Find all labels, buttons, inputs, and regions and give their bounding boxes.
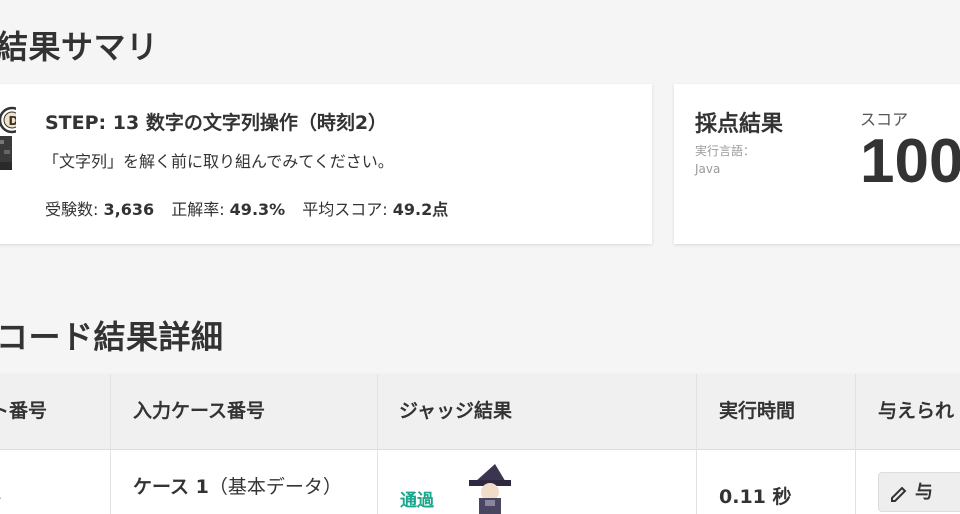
header-judge-result: ジャッジ結果 — [399, 400, 513, 422]
rank-letter: D — [9, 114, 17, 128]
row-test-number: 1 — [0, 482, 2, 504]
case-note: （基本データ） — [208, 476, 342, 498]
language-label: 実行言語： — [695, 144, 756, 158]
language-info: 実行言語： Java — [695, 142, 755, 178]
row-execution-time: 0.11 秒 — [719, 482, 792, 509]
score-value: 100 — [860, 127, 960, 196]
score-card: 採点結果 実行言語： Java スコア 100 — [674, 84, 960, 244]
header-input-case-number: 入力ケース番号 — [133, 400, 266, 422]
show-input-button[interactable]: 与 — [878, 472, 960, 512]
rank-d-character-icon: D — [0, 106, 17, 170]
execution-time-value: 0.11 秒 — [719, 486, 792, 508]
examinees-label: 受験数: — [45, 200, 104, 219]
code-result-detail-heading: コード結果詳細 — [0, 318, 224, 356]
column-divider — [110, 374, 111, 514]
case-number: 1 — [195, 476, 209, 498]
case-label: ケース — [133, 476, 196, 498]
header-execution-time: 実行時間 — [719, 400, 796, 422]
step-stats: 受験数: 3,636 正解率: 49.3% 平均スコア: 49.2点 — [45, 196, 460, 220]
column-divider — [696, 374, 697, 514]
step-card: D STEP: 13 数字の文字列操作（時刻2） 「文字列」を解く前に取り組んで… — [0, 84, 652, 244]
witch-character-icon — [469, 464, 511, 514]
language-value: Java — [695, 162, 721, 176]
step-description: 「文字列」を解く前に取り組んでみてください。 — [43, 152, 394, 171]
accuracy-value: 49.3% — [229, 200, 286, 219]
average-score-label: 平均スコア: — [302, 200, 393, 219]
judge-pass-label: 通過 — [400, 491, 434, 511]
header-test-number: ト番号 — [0, 400, 48, 422]
column-divider — [855, 374, 856, 514]
column-divider — [377, 374, 378, 514]
pencil-icon — [891, 486, 907, 502]
header-given-input: 与えられ — [878, 400, 955, 422]
step-title: STEP: 13 数字の文字列操作（時刻2） — [45, 112, 388, 134]
accuracy-label: 正解率: — [171, 200, 230, 219]
row-case-cell: ケース 1（基本データ） — [133, 472, 342, 499]
examinees-value: 3,636 — [103, 200, 155, 219]
score-card-title: 採点結果 — [695, 112, 784, 137]
result-summary-heading: 結果サマリ — [0, 28, 159, 66]
result-table: ト番号 入力ケース番号 ジャッジ結果 実行時間 与えられ 1 ケース 1（基本デ… — [0, 374, 960, 514]
average-score-value: 49.2点 — [392, 200, 449, 219]
show-input-button-label: 与 — [915, 482, 933, 503]
